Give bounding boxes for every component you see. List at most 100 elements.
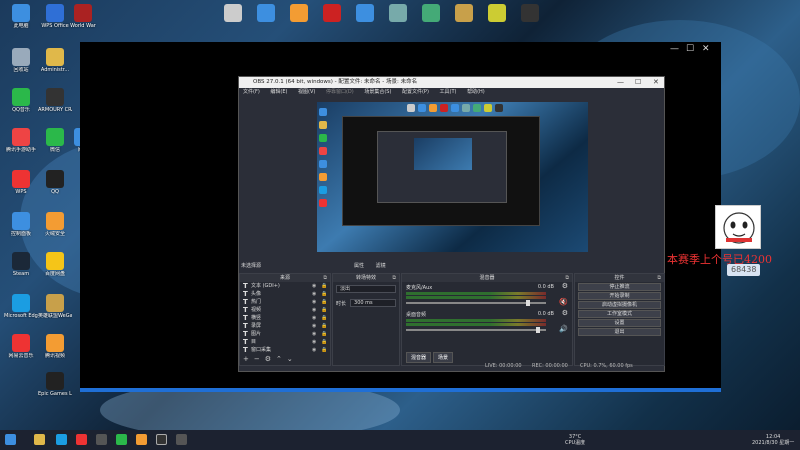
desktop-icon[interactable]: 百度网盘	[38, 252, 72, 277]
obs-close-icon[interactable]: ✕	[653, 77, 659, 88]
visibility-icon[interactable]: ◉	[312, 322, 321, 330]
visibility-icon[interactable]: ◉	[312, 330, 321, 338]
desktop-icon[interactable]	[480, 4, 514, 23]
lock-icon[interactable]: 🔒	[321, 330, 330, 338]
edge-icon[interactable]	[56, 434, 67, 445]
desktop-icon[interactable]: 腾讯手游助手	[4, 128, 38, 153]
menu-edit[interactable]: 编辑(E)	[270, 89, 287, 95]
dock-pin-icon[interactable]: ⧉	[392, 274, 396, 282]
lock-icon[interactable]: 🔒	[321, 298, 330, 306]
desktop-icon[interactable]: Microsoft Edge	[4, 294, 38, 319]
source-item[interactable]: T 录屏 ◉ 🔒	[240, 322, 330, 330]
desktop-icon[interactable]: 此电脑	[4, 4, 38, 29]
desktop-icon[interactable]	[513, 4, 547, 23]
dock-pin-icon[interactable]: ⧉	[657, 274, 661, 282]
obs-maximize-icon[interactable]: ☐	[635, 77, 641, 88]
maximize-icon[interactable]: ☐	[686, 44, 694, 54]
source-item[interactable]: T 热门 ◉ 🔒	[240, 298, 330, 306]
mute-icon[interactable]: 🔇	[559, 298, 568, 306]
close-icon[interactable]: ✕	[702, 44, 710, 54]
desktop-icon[interactable]	[282, 4, 316, 23]
weather-widget[interactable]: 37°C CPU温度	[565, 434, 585, 446]
source-item[interactable]: T 头像 ◉ 🔒	[240, 290, 330, 298]
desktop-icon[interactable]	[414, 4, 448, 23]
app-icon[interactable]	[136, 434, 147, 445]
desktop-icon[interactable]	[249, 4, 283, 23]
desktop-icon[interactable]: 控制面板	[4, 212, 38, 237]
windows-start-icon[interactable]	[5, 434, 16, 445]
speaker-icon[interactable]: 🔊	[559, 325, 568, 333]
desktop-icon[interactable]	[315, 4, 349, 23]
menu-profile[interactable]: 配置文件(P)	[402, 89, 429, 95]
desktop-icon[interactable]: 网易云音乐	[4, 334, 38, 359]
filters-button[interactable]: 滤镜	[376, 263, 386, 269]
desktop-icon[interactable]	[216, 4, 250, 23]
lock-icon[interactable]: 🔒	[321, 346, 330, 354]
menu-view[interactable]: 视图(V)	[298, 89, 315, 95]
desktop-icon[interactable]: Administr...	[38, 48, 72, 73]
lock-icon[interactable]: 🔒	[321, 282, 330, 290]
desktop-icon[interactable]	[447, 4, 481, 23]
start-virtual-camera-button[interactable]: 启动虚拟摄像机	[578, 301, 661, 309]
desktop-icon[interactable]: Epic Games Launcher	[38, 372, 72, 397]
desktop-icon[interactable]: QQ	[38, 170, 72, 195]
lock-icon[interactable]: 🔒	[321, 314, 330, 322]
desktop-icon[interactable]: 回收站	[4, 48, 38, 73]
dock-pin-icon[interactable]: ⧉	[323, 274, 327, 282]
obs-preview[interactable]	[317, 102, 588, 252]
start-recording-button[interactable]: 开始录制	[578, 292, 661, 300]
obs-minimize-icon[interactable]: —	[617, 77, 624, 88]
desktop-icon[interactable]	[381, 4, 415, 23]
exit-button[interactable]: 退出	[578, 328, 661, 336]
clock[interactable]: 12:04 2021/8/30 星期一	[752, 434, 794, 446]
desktop-icon[interactable]: 火绒安全	[38, 212, 72, 237]
source-item[interactable]: T 视频 ◉ 🔒	[240, 306, 330, 314]
visibility-icon[interactable]: ◉	[312, 306, 321, 314]
gear-icon[interactable]: ⚙	[562, 282, 568, 290]
settings-button[interactable]: 设置	[578, 319, 661, 327]
desktop-volume-slider[interactable]	[406, 327, 546, 333]
menu-scene-collection[interactable]: 场景集合(S)	[364, 89, 391, 95]
transition-select[interactable]: 淡出	[336, 285, 396, 293]
menu-docks[interactable]: 停靠窗口(D)	[326, 89, 354, 95]
studio-mode-button[interactable]: 工作室模式	[578, 310, 661, 318]
app-icon[interactable]	[96, 434, 107, 445]
source-item[interactable]: T 横竖 ◉ 🔒	[240, 314, 330, 322]
lock-icon[interactable]: 🔒	[321, 290, 330, 298]
lock-icon[interactable]: 🔒	[321, 306, 330, 314]
desktop-icon[interactable]: World War	[66, 4, 100, 29]
desktop-icon[interactable]: WPS	[4, 170, 38, 195]
gear-icon[interactable]: ⚙	[562, 309, 568, 317]
desktop-icon[interactable]: 英雄联盟WeGame	[38, 294, 72, 319]
lock-icon[interactable]: 🔒	[321, 322, 330, 330]
duration-input[interactable]: 300 ms	[350, 299, 396, 307]
stop-streaming-button[interactable]: 停止推流	[578, 283, 661, 291]
visibility-icon[interactable]: ◉	[312, 314, 321, 322]
properties-button[interactable]: 属性	[354, 263, 364, 269]
desktop-icon[interactable]: 腾讯视频	[38, 334, 72, 359]
source-item[interactable]: T 窗口采集 ◉ 🔒	[240, 346, 330, 354]
app-icon[interactable]	[116, 434, 127, 445]
menu-help[interactable]: 帮助(H)	[467, 89, 485, 95]
desktop-icon[interactable]: QQ音乐	[4, 88, 38, 113]
visibility-icon[interactable]: ◉	[312, 338, 321, 346]
lock-icon[interactable]: 🔒	[321, 338, 330, 346]
visibility-icon[interactable]: ◉	[312, 298, 321, 306]
desktop-icon[interactable]: ARMOURY CRATE	[38, 88, 72, 113]
mic-volume-slider[interactable]	[406, 300, 546, 306]
dock-pin-icon[interactable]: ⧉	[565, 274, 569, 282]
visibility-icon[interactable]: ◉	[312, 346, 321, 354]
menu-tools[interactable]: 工具(T)	[440, 89, 457, 95]
chrome-icon[interactable]	[76, 434, 87, 445]
menu-file[interactable]: 文件(F)	[243, 89, 260, 95]
file-explorer-icon[interactable]	[34, 434, 45, 445]
source-item[interactable]: T 文本 (GDI+) ◉ 🔒	[240, 282, 330, 290]
visibility-icon[interactable]: ◉	[312, 290, 321, 298]
desktop-icon[interactable]: Steam	[4, 252, 38, 277]
source-item[interactable]: T 图片 ◉ 🔒	[240, 330, 330, 338]
app-icon[interactable]	[176, 434, 187, 445]
source-item[interactable]: T 目 ◉ 🔒	[240, 338, 330, 346]
minimize-icon[interactable]: —	[670, 44, 679, 54]
obs-icon[interactable]	[156, 434, 167, 445]
desktop-icon[interactable]	[348, 4, 382, 23]
